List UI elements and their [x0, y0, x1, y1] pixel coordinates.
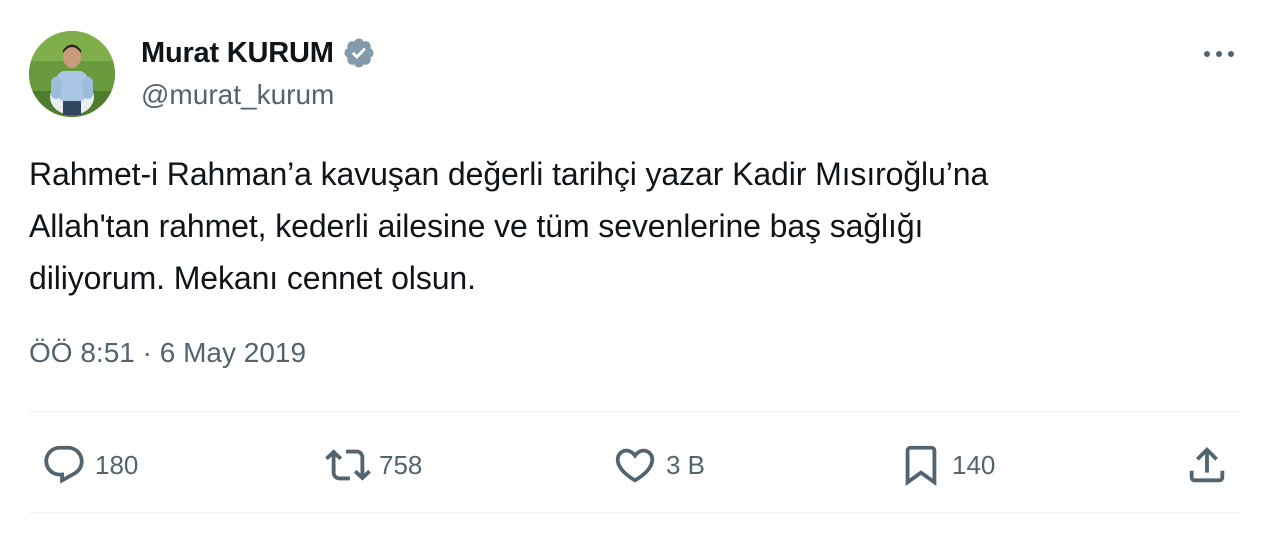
share-button[interactable] — [1184, 442, 1230, 488]
bookmark-icon — [905, 445, 937, 486]
divider — [29, 411, 1241, 412]
retweet-icon — [325, 449, 371, 481]
bookmark-count: 140 — [952, 449, 996, 480]
avatar-image — [29, 31, 115, 117]
retweet-button[interactable]: 758 — [325, 442, 422, 488]
tweet-text: Rahmet-i Rahman’a kavuşan değerli tarihç… — [29, 156, 989, 296]
share-icon — [1189, 446, 1225, 483]
reply-count: 180 — [95, 449, 139, 480]
reply-icon — [44, 445, 84, 484]
tweet-card: Murat KURUM @murat_kurum Rahmet-i Rahman… — [0, 0, 1280, 535]
reply-button[interactable]: 180 — [41, 442, 138, 488]
like-button[interactable]: 3 B — [612, 442, 705, 488]
like-count: 3 B — [666, 449, 706, 480]
avatar[interactable] — [29, 31, 115, 117]
author-name-row: Murat KURUM — [141, 34, 376, 72]
verified-badge-icon — [342, 36, 376, 70]
more-options-button[interactable] — [1193, 32, 1245, 76]
divider — [29, 512, 1241, 513]
retweet-count: 758 — [379, 449, 423, 480]
more-icon — [1204, 51, 1234, 57]
author-display-name[interactable]: Murat KURUM — [141, 37, 334, 70]
bookmark-button[interactable]: 140 — [898, 442, 995, 488]
heart-icon — [615, 448, 655, 483]
tweet-timestamp[interactable]: ÖÖ 8:51 · 6 May 2019 — [29, 337, 306, 369]
author-handle[interactable]: @murat_kurum — [141, 79, 334, 111]
